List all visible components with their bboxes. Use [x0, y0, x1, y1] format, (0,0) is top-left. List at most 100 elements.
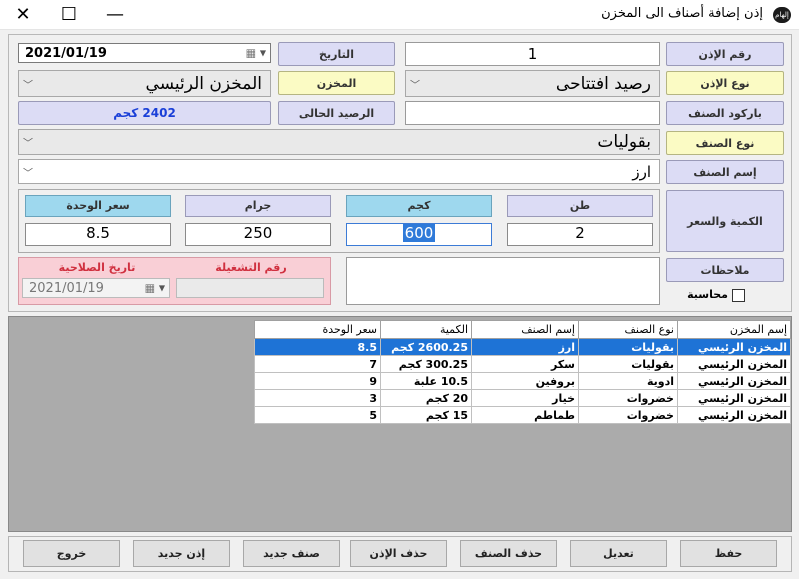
item-type-label: نوع الصنف	[666, 131, 784, 155]
date-picker[interactable]: 2021/01/19 ▦ ▼	[18, 43, 271, 63]
barcode-input[interactable]	[405, 101, 660, 125]
chevron-down-icon[interactable]: ﹀	[23, 164, 33, 179]
qty-price-label: الكمية والسعر	[666, 190, 784, 252]
delete-item-button[interactable]: حذف الصنف	[460, 540, 557, 567]
table-row[interactable]: المخزن الرئيسي بقوليات ارز 2600.25 كجم 8…	[254, 338, 791, 356]
batch-number-input[interactable]	[176, 278, 324, 298]
items-grid: إسم المخزن نوع الصنف إسم الصنف الكمية سع…	[8, 316, 792, 532]
edit-button[interactable]: تعديل	[570, 540, 667, 567]
cell-quantity[interactable]: 300.25 كجم	[380, 355, 472, 373]
cell-unit-price[interactable]: 8.5	[254, 338, 381, 356]
expiry-date-picker[interactable]: 2021/01/19 ▦ ▼	[22, 278, 170, 298]
items-table: إسم المخزن نوع الصنف إسم الصنف الكمية سع…	[254, 320, 791, 424]
exit-button[interactable]: خروج	[23, 540, 120, 567]
cell-unit-price[interactable]: 5	[254, 406, 381, 424]
unit-price-label: سعر الوحدة	[25, 195, 171, 217]
chevron-down-icon[interactable]: ﹀	[23, 135, 33, 150]
minimize-icon: —	[106, 4, 124, 25]
cell-warehouse[interactable]: المخزن الرئيسي	[677, 406, 791, 424]
column-header-item-name[interactable]: إسم الصنف	[471, 320, 579, 339]
new-item-button[interactable]: صنف جديد	[243, 540, 340, 567]
accounting-label: محاسبة	[687, 288, 728, 301]
minimize-button[interactable]: —	[92, 0, 138, 30]
cell-quantity[interactable]: 20 كجم	[380, 389, 472, 407]
column-header-quantity[interactable]: الكمية	[380, 320, 472, 339]
delete-permit-button[interactable]: حذف الإذن	[350, 540, 447, 567]
permit-type-value: رصيد افتتاحى	[555, 73, 651, 94]
cell-item-type[interactable]: بقوليات	[578, 338, 678, 356]
cell-item-type[interactable]: خضروات	[578, 406, 678, 424]
kg-label: كجم	[346, 195, 492, 217]
ton-label: طن	[507, 195, 653, 217]
item-name-value: ارز	[632, 162, 651, 181]
notes-label: ملاحظات	[666, 258, 784, 282]
cell-quantity[interactable]: 15 كجم	[380, 406, 472, 424]
unit-price-input[interactable]: 8.5	[25, 223, 171, 246]
cell-unit-price[interactable]: 9	[254, 372, 381, 390]
cell-item-name[interactable]: طماطم	[471, 406, 579, 424]
column-header-item-type[interactable]: نوع الصنف	[578, 320, 678, 339]
cell-item-type[interactable]: خضروات	[578, 389, 678, 407]
cell-unit-price[interactable]: 3	[254, 389, 381, 407]
cell-warehouse[interactable]: المخزن الرئيسي	[677, 372, 791, 390]
maximize-button[interactable]: ☐	[46, 0, 92, 30]
cell-item-name[interactable]: خيار	[471, 389, 579, 407]
permit-number-field[interactable]: 1	[405, 42, 660, 66]
table-row[interactable]: المخزن الرئيسي خضروات خيار 20 كجم 3	[254, 389, 791, 407]
expiry-date-value: 2021/01/19	[29, 280, 104, 296]
permit-number-label: رقم الإذن	[666, 42, 784, 66]
batch-number-label: رقم التشغيلة	[215, 261, 287, 274]
new-permit-button[interactable]: إذن جديد	[133, 540, 230, 567]
cell-item-name[interactable]: بروفين	[471, 372, 579, 390]
warehouse-value: المخزن الرئيسي	[145, 73, 262, 94]
ton-input[interactable]: 2	[507, 223, 653, 246]
app-icon: إلهام	[773, 7, 791, 23]
cell-warehouse[interactable]: المخزن الرئيسي	[677, 338, 791, 356]
window-title: إذن إضافة أصناف الى المخزن	[601, 6, 763, 21]
permit-type-label: نوع الإذن	[666, 71, 784, 95]
date-value: 2021/01/19	[25, 45, 107, 61]
close-button[interactable]: ✕	[0, 0, 46, 30]
chevron-down-icon[interactable]: ﹀	[410, 76, 420, 91]
item-name-select[interactable]: ارز ﹀	[18, 159, 660, 184]
cell-item-name[interactable]: ارز	[471, 338, 579, 356]
barcode-label: باركود الصنف	[666, 101, 784, 125]
column-header-warehouse[interactable]: إسم المخزن	[677, 320, 791, 339]
kg-input[interactable]: 600	[346, 223, 492, 246]
gram-label: جرام	[185, 195, 331, 217]
cell-item-type[interactable]: بقوليات	[578, 355, 678, 373]
cell-unit-price[interactable]: 7	[254, 355, 381, 373]
save-button[interactable]: حفظ	[680, 540, 777, 567]
warehouse-select[interactable]: المخزن الرئيسي ﹀	[18, 70, 271, 97]
accounting-checkbox[interactable]	[732, 289, 745, 302]
kg-input-value: 600	[402, 224, 436, 242]
close-icon: ✕	[15, 4, 31, 25]
cell-item-type[interactable]: ادوية	[578, 372, 678, 390]
maximize-icon: ☐	[60, 4, 78, 25]
item-type-select[interactable]: بقوليات ﹀	[18, 129, 660, 155]
chevron-down-icon[interactable]: ﹀	[23, 76, 33, 91]
cell-warehouse[interactable]: المخزن الرئيسي	[677, 389, 791, 407]
cell-quantity[interactable]: 2600.25 كجم	[380, 338, 472, 356]
item-type-value: بقوليات	[597, 132, 651, 152]
table-row[interactable]: المخزن الرئيسي ادوية بروفين 10.5 علبة 9	[254, 372, 791, 390]
cell-item-name[interactable]: سكر	[471, 355, 579, 373]
expiry-date-label: تاريخ الصلاحية	[58, 261, 136, 274]
balance-label: الرصيد الحالى	[278, 101, 395, 125]
chevron-down-icon[interactable]: ▼	[159, 284, 165, 293]
warehouse-label: المخزن	[278, 71, 395, 95]
cell-quantity[interactable]: 10.5 علبة	[380, 372, 472, 390]
cell-warehouse[interactable]: المخزن الرئيسي	[677, 355, 791, 373]
table-row[interactable]: المخزن الرئيسي بقوليات سكر 300.25 كجم 7	[254, 355, 791, 373]
permit-type-select[interactable]: رصيد افتتاحى ﹀	[405, 70, 660, 97]
calendar-icon[interactable]: ▦	[145, 282, 155, 295]
balance-value: 2402 كجم	[18, 101, 271, 125]
gram-input[interactable]: 250	[185, 223, 331, 246]
chevron-down-icon[interactable]: ▼	[260, 49, 266, 58]
notes-input[interactable]	[346, 257, 660, 305]
column-header-unit-price[interactable]: سعر الوحدة	[254, 320, 381, 339]
date-label: التاريخ	[278, 42, 395, 66]
table-row[interactable]: المخزن الرئيسي خضروات طماطم 15 كجم 5	[254, 406, 791, 424]
item-name-label: إسم الصنف	[666, 160, 784, 184]
calendar-icon[interactable]: ▦	[246, 47, 256, 60]
